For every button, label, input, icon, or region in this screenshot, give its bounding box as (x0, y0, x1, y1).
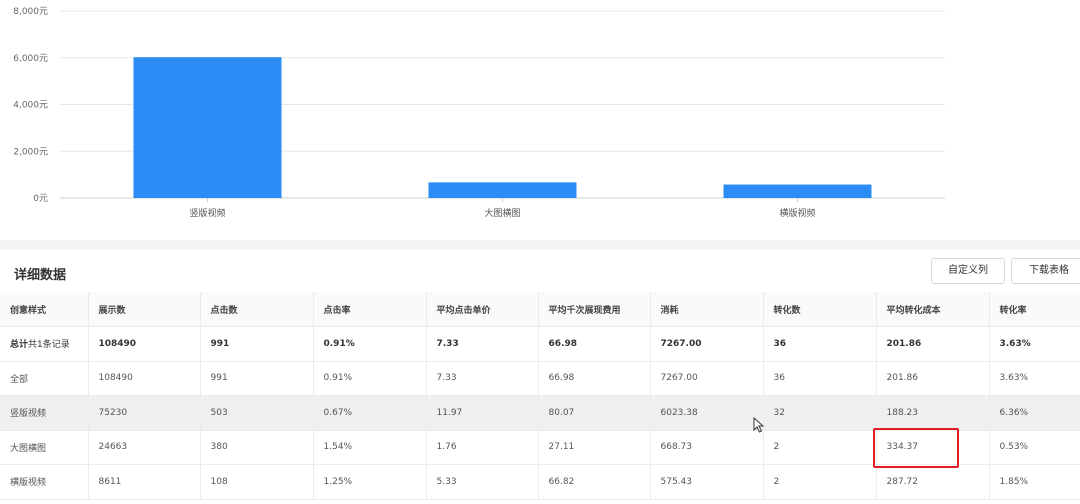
total-cell: 108490 (88, 326, 201, 362)
column-header[interactable]: 转化率 (989, 292, 1080, 327)
total-cell: 7.33 (426, 326, 539, 362)
bar[interactable] (723, 184, 872, 198)
total-label-bold: 总计 (10, 340, 29, 351)
table-cell: 3.63% (989, 361, 1080, 396)
chart-panel: 0元 2,000元 4,000元 6,000元 8,000元竖版视频 大图横图 横版视频 (0, 0, 1080, 240)
table-cell: 1.85% (989, 464, 1080, 500)
y-tick-label: 2,000元 (13, 147, 48, 157)
column-header[interactable]: 消耗 (650, 292, 764, 327)
table-cell: 0.91% (313, 361, 427, 396)
table-cell: 575.43 (650, 464, 764, 500)
table-cell: 503 (200, 395, 314, 431)
table-cell: 7267.00 (650, 361, 764, 396)
table-cell: 11.97 (426, 395, 539, 431)
mouse-pointer-icon (753, 417, 765, 433)
table-cell: 188.23 (876, 395, 990, 431)
x-category-label: 竖版视频 (189, 207, 225, 219)
bar[interactable] (133, 57, 282, 198)
column-header[interactable]: 点击率 (313, 292, 427, 327)
column-header[interactable]: 展示数 (88, 292, 201, 327)
table-cell: 80.07 (538, 395, 651, 431)
section-divider (0, 240, 1080, 250)
y-tick-label: 0元 (33, 194, 48, 204)
table-cell: 24663 (88, 430, 201, 465)
row-label-cell: 大图横图 (0, 430, 89, 465)
table-cell: 66.82 (538, 464, 651, 500)
table-cell: 5.33 (426, 464, 539, 500)
x-category-label: 大图横图 (484, 207, 520, 219)
table-cell: 32 (763, 395, 877, 431)
table-cell: 75230 (88, 395, 201, 431)
table-cell: 108490 (88, 361, 201, 396)
table-cell: 668.73 (650, 430, 764, 465)
section-title: 详细数据 (14, 267, 67, 282)
custom-columns-button[interactable]: 自定义列 (931, 258, 1005, 284)
table-cell: 66.98 (538, 361, 651, 396)
table-cell: 36 (763, 361, 877, 396)
column-header[interactable]: 转化数 (763, 292, 877, 327)
y-tick-label: 8,000元 (13, 7, 48, 17)
total-row: 总计共1条记录 108490 991 0.91% 7.33 66.98 7267.00 36 2… (0, 326, 1080, 362)
highlight-box (873, 428, 959, 468)
total-label: 总计共1条记录 (0, 326, 89, 362)
table-cell: 287.72 (876, 464, 990, 500)
bar[interactable] (428, 182, 577, 198)
table-cell: 8611 (88, 464, 201, 500)
table-cell: 1.25% (313, 464, 427, 500)
x-category-label: 横版视频 (779, 207, 815, 219)
row-label-cell: 竖版视频 (0, 395, 89, 431)
detail-header: 详细数据 自定义列 下载表格 (0, 250, 1080, 292)
table-cell: 2 (763, 464, 877, 500)
table-cell: 27.11 (538, 430, 651, 465)
table-cell: 1.76 (426, 430, 539, 465)
table-cell: 1.54% (313, 430, 427, 465)
column-header[interactable]: 平均点击单价 (426, 292, 539, 327)
table-row[interactable]: 竖版视频 75230 503 0.67% 11.97 80.07 6023.38 32 188.… (0, 395, 1080, 431)
total-record-count: 共1条记录 (28, 340, 70, 351)
table-row[interactable]: 横版视频 8611 108 1.25% 5.33 66.82 575.43 2 287.72 1.… (0, 464, 1080, 500)
table-cell: 991 (200, 361, 314, 396)
total-cell: 7267.00 (650, 326, 764, 362)
row-label-cell: 全部 (0, 361, 89, 396)
table-cell: 0.53% (989, 430, 1080, 465)
column-header[interactable]: 创意样式 (0, 292, 89, 327)
y-tick-label: 4,000元 (13, 101, 48, 111)
total-cell: 0.91% (313, 326, 427, 362)
total-cell: 991 (200, 326, 314, 362)
y-tick-label: 6,000元 (13, 54, 48, 64)
table-cell: 6023.38 (650, 395, 764, 431)
total-cell: 3.63% (989, 326, 1080, 362)
total-cell: 36 (763, 326, 877, 362)
table-cell: 0.67% (313, 395, 427, 431)
total-cell: 66.98 (538, 326, 651, 362)
table-cell: 201.86 (876, 361, 990, 396)
table-cell: 380 (200, 430, 314, 465)
bar-chart: 0元 2,000元 4,000元 6,000元 8,000元竖版视频 大图横图 横版视频 (13, 7, 945, 219)
table-cell: 108 (200, 464, 314, 500)
table-cell: 2 (763, 430, 877, 465)
detail-table: 创意样式 展示数 点击数 点击率 平均点击单价 平均千次展现费用 消耗 转化数 平均转化成本 转化… (0, 292, 1080, 500)
table-header-row: 创意样式 展示数 点击数 点击率 平均点击单价 平均千次展现费用 消耗 转化数 平均转化成本 转化… (0, 292, 1080, 327)
column-header[interactable]: 点击数 (200, 292, 314, 327)
row-label-cell: 横版视频 (0, 464, 89, 500)
table-cell: 6.36% (989, 395, 1080, 431)
column-header[interactable]: 平均转化成本 (876, 292, 990, 327)
total-cell: 201.86 (876, 326, 990, 362)
download-table-button[interactable]: 下载表格 (1011, 258, 1080, 284)
table-cell: 7.33 (426, 361, 539, 396)
table-row[interactable]: 全部 108490 991 0.91% 7.33 66.98 7267.00 36 201.86… (0, 361, 1080, 396)
column-header[interactable]: 平均千次展现费用 (538, 292, 651, 327)
